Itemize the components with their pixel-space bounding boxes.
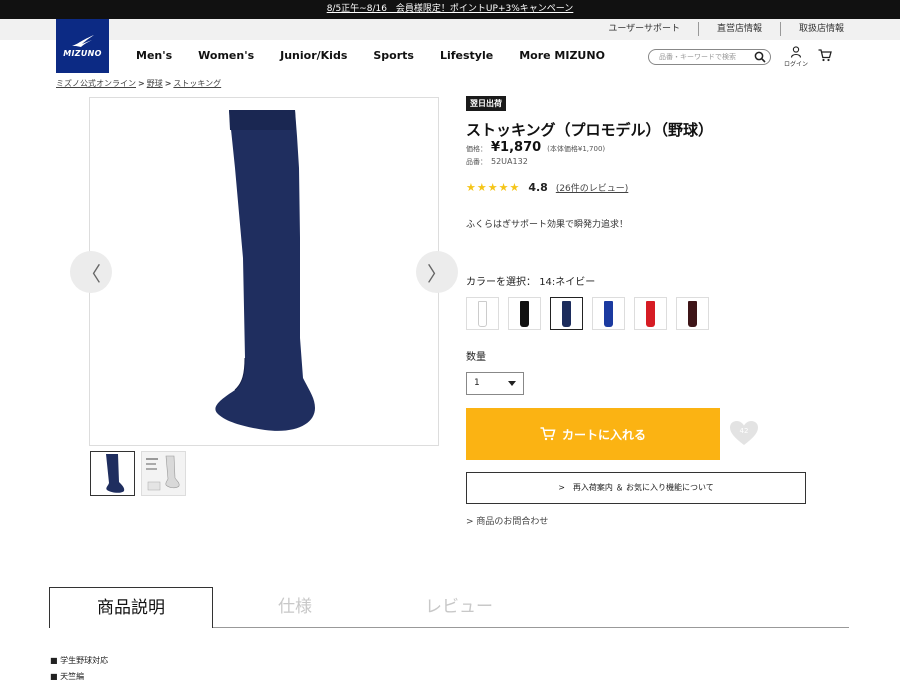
product-title: ストッキング（プロモデル）（野球） xyxy=(466,121,714,139)
shipping-badge: 翌日出荷 xyxy=(466,96,506,111)
tab-specifications[interactable]: 仕様 xyxy=(213,587,377,628)
color-swatches xyxy=(466,297,718,330)
rating-row: ★★★★★ 4.8 (26件のレビュー) xyxy=(466,181,628,194)
gallery-prev-button[interactable]: 〈 xyxy=(70,251,112,293)
logo-text: MIZUNO xyxy=(63,49,102,58)
product-code: 52UA132 xyxy=(491,157,528,166)
thumbnail-2[interactable] xyxy=(141,451,186,496)
stocking-image xyxy=(215,110,315,431)
stocking-thumbnail xyxy=(106,454,125,493)
tab-reviews[interactable]: レビュー xyxy=(377,587,541,628)
quantity-value: 1 xyxy=(474,378,480,388)
cart-icon[interactable] xyxy=(818,49,832,62)
diagram-thumbnail xyxy=(146,455,180,491)
nav-lifestyle[interactable]: Lifestyle xyxy=(440,49,493,62)
product-code-label: 品番： xyxy=(466,158,487,166)
price-value: ¥1,870 xyxy=(491,140,542,155)
product-code-row: 品番： 52UA132 xyxy=(466,157,528,167)
chevron-right-icon: 〉 xyxy=(427,261,447,286)
nav-mens[interactable]: Men's xyxy=(136,49,172,62)
tab-description[interactable]: 商品説明 xyxy=(49,587,213,628)
breadcrumb-home[interactable]: ミズノ公式オンライン xyxy=(56,79,136,88)
login-button[interactable]: ログイン xyxy=(782,46,810,68)
nav-sports[interactable]: Sports xyxy=(373,49,414,62)
price-note: (本体価格¥1,700) xyxy=(547,145,606,153)
feature-item: 天竺編 xyxy=(50,671,108,682)
runbird-icon xyxy=(71,35,94,47)
price-row: 価格： ¥1,870 (本体価格¥1,700) xyxy=(466,140,605,155)
thumbnail-1[interactable] xyxy=(90,451,135,496)
swatch-blue[interactable] xyxy=(592,297,625,330)
gallery-next-button[interactable]: 〉 xyxy=(416,251,458,293)
nav-womens[interactable]: Women's xyxy=(198,49,254,62)
caret-down-icon xyxy=(508,381,516,386)
nav-junior-kids[interactable]: Junior/Kids xyxy=(280,49,347,62)
breadcrumb-baseball[interactable]: 野球 xyxy=(147,79,163,88)
search-placeholder: 品番・キーワードで検索 xyxy=(659,53,736,61)
rating-score: 4.8 xyxy=(528,181,548,194)
add-to-cart-button[interactable]: カートに入れる xyxy=(466,408,720,460)
restock-info-button[interactable]: > 再入荷案内 ＆ お気に入り機能について xyxy=(466,472,806,504)
reviews-link[interactable]: (26件のレビュー) xyxy=(556,181,628,194)
mizuno-logo[interactable]: MIZUNO xyxy=(56,19,109,73)
promo-bar: 8/5正午~8/16 会員様限定！ポイントUP+3%キャンペーン xyxy=(0,0,900,19)
swatch-black[interactable] xyxy=(508,297,541,330)
search-icon[interactable] xyxy=(754,51,766,63)
color-selector-label: カラーを選択： 14:ネイビー xyxy=(466,273,595,288)
product-inquiry-link[interactable]: > 商品のお問合わせ xyxy=(466,514,548,527)
breadcrumb: ミズノ公式オンライン > 野球 > ストッキング xyxy=(56,79,222,88)
swatch-white[interactable] xyxy=(466,297,499,330)
main-nav: Men's Women's Junior/Kids Sports Lifesty… xyxy=(136,49,631,62)
cart-icon xyxy=(540,427,556,441)
product-catchphrase: ふくらはぎサポート効果で瞬発力追求！ xyxy=(466,220,629,230)
header: MIZUNO Men's Women's Junior/Kids Sports … xyxy=(0,19,900,73)
product-main-image[interactable] xyxy=(89,97,439,446)
product-tabs: 商品説明 仕様 レビュー xyxy=(49,587,849,628)
nav-more-mizuno[interactable]: More MIZUNO xyxy=(519,49,605,62)
promo-link[interactable]: 8/5正午~8/16 会員様限定！ポイントUP+3%キャンペーン xyxy=(327,4,574,14)
selected-color: 14:ネイビー xyxy=(539,277,596,288)
quantity-label: 数量 xyxy=(466,352,486,363)
feature-item: 学生野球対応 xyxy=(50,655,108,666)
swatch-navy[interactable] xyxy=(550,297,583,330)
star-rating-icon: ★★★★★ xyxy=(466,181,521,194)
user-icon xyxy=(790,46,802,58)
feature-list: 学生野球対応 天竺編 xyxy=(50,655,108,687)
add-to-cart-label: カートに入れる xyxy=(561,427,646,442)
login-label: ログイン xyxy=(783,61,808,68)
favorite-count: 42 xyxy=(739,427,749,435)
breadcrumb-stockings[interactable]: ストッキング xyxy=(173,79,221,88)
search-input[interactable]: 品番・キーワードで検索 xyxy=(648,49,771,65)
swatch-red[interactable] xyxy=(634,297,667,330)
swatch-maroon[interactable] xyxy=(676,297,709,330)
quantity-select[interactable]: 1 xyxy=(466,372,524,395)
price-label: 価格： xyxy=(466,145,487,153)
color-label: カラーを選択： xyxy=(466,277,536,288)
chevron-left-icon: 〈 xyxy=(81,261,101,286)
